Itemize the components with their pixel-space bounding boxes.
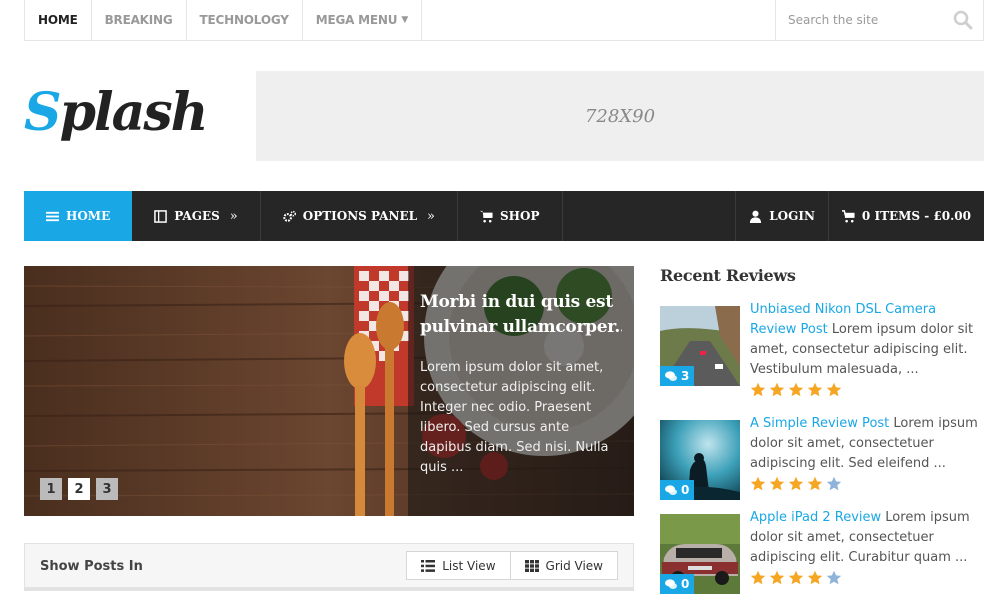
submenu-indicator: »: [427, 208, 436, 224]
top-bar: HOME BREAKING TECHNOLOGY MEGA MENU ▼: [24, 0, 984, 41]
comments-icon: [665, 484, 677, 495]
top-nav: HOME BREAKING TECHNOLOGY MEGA MENU ▼: [25, 0, 423, 40]
review-thumbnail[interactable]: 0: [660, 420, 740, 500]
star-filled-icon: [769, 570, 785, 585]
comments-icon: [665, 578, 677, 589]
nav-item-shop[interactable]: SHOP: [458, 191, 563, 241]
site-logo[interactable]: Splash: [24, 80, 209, 146]
slider-page-2[interactable]: 2: [68, 478, 90, 500]
star-filled-icon: [807, 476, 823, 491]
posts-view-bar: Show Posts In List View Grid View: [24, 543, 634, 591]
rating-stars: [750, 476, 842, 492]
comment-count-badge[interactable]: 3: [660, 366, 695, 386]
review-item: 0 A Simple Review Post Lorem ipsum dolor…: [660, 416, 984, 502]
main-nav: HOME PAGES » OPTIONS PANEL » SHOP LOGIN …: [24, 191, 984, 241]
comment-count-badge[interactable]: 0: [660, 480, 695, 500]
rating-stars: [750, 570, 842, 586]
list-icon: [421, 559, 436, 572]
recent-reviews-heading: Recent Reviews: [660, 266, 796, 285]
cart-icon: [841, 209, 855, 222]
list-view-label: List View: [442, 558, 496, 573]
slide-caption[interactable]: Morbi in dui quis est pulvinar ullamcorp…: [408, 266, 634, 516]
slider-page-1[interactable]: 1: [40, 478, 62, 500]
review-item: 0 Apple iPad 2 Review Lorem ipsum dolor …: [660, 510, 984, 596]
search-icon[interactable]: [953, 10, 973, 30]
comments-icon: [665, 370, 677, 381]
nav-item-options-panel[interactable]: OPTIONS PANEL »: [261, 191, 459, 241]
list-view-button[interactable]: List View: [406, 551, 511, 580]
nav-label: 0 ITEMS - £0.00: [861, 209, 971, 223]
nav-label: HOME: [66, 209, 111, 223]
search-box: [775, 0, 983, 40]
review-thumbnail[interactable]: 0: [660, 514, 740, 594]
topnav-item-mega-menu[interactable]: MEGA MENU ▼: [303, 0, 423, 40]
comment-count-badge[interactable]: 0: [660, 574, 695, 594]
review-title-link[interactable]: A Simple Review Post: [750, 416, 889, 431]
featured-slider[interactable]: Morbi in dui quis est pulvinar ullamcorp…: [24, 266, 634, 516]
review-text: Apple iPad 2 Review Lorem ipsum dolor si…: [750, 508, 984, 568]
nav-label: OPTIONS PANEL: [302, 209, 418, 223]
nav-label: LOGIN: [769, 209, 815, 223]
review-item: 3 Unbiased Nikon DSL Camera Review Post …: [660, 302, 984, 397]
review-title-link[interactable]: Apple iPad 2 Review: [750, 510, 881, 525]
topnav-label: TECHNOLOGY: [199, 13, 289, 27]
ad-banner[interactable]: 728X90: [256, 71, 984, 161]
star-filled-icon: [826, 382, 842, 397]
document-icon: [154, 209, 168, 223]
star-filled-icon: [788, 476, 804, 491]
submenu-indicator: »: [229, 208, 238, 224]
star-empty-icon: [826, 570, 842, 585]
review-text: A Simple Review Post Lorem ipsum dolor s…: [750, 414, 984, 474]
star-filled-icon: [750, 382, 766, 397]
star-filled-icon: [788, 382, 804, 397]
topnav-label: MEGA MENU: [315, 13, 398, 27]
home-icon: [46, 211, 59, 221]
slider-page-3[interactable]: 3: [96, 478, 118, 500]
topnav-label: BREAKING: [104, 13, 173, 27]
logo-initial: S: [24, 82, 62, 143]
star-filled-icon: [807, 382, 823, 397]
slide-title-line: Morbi in dui quis est: [420, 292, 613, 312]
comment-count: 0: [681, 577, 690, 591]
user-icon: [750, 210, 762, 223]
star-filled-icon: [807, 570, 823, 585]
nav-label: SHOP: [500, 209, 540, 223]
star-empty-icon: [826, 476, 842, 491]
rating-stars: [750, 382, 842, 398]
slide-excerpt: Lorem ipsum dolor sit amet, consectetur …: [420, 360, 609, 475]
nav-label: PAGES: [174, 209, 220, 223]
review-text: Unbiased Nikon DSL Camera Review Post Lo…: [750, 300, 984, 380]
grid-view-button[interactable]: Grid View: [510, 551, 618, 580]
nav-item-home[interactable]: HOME: [24, 191, 133, 241]
nav-item-cart[interactable]: 0 ITEMS - £0.00: [827, 191, 984, 241]
comment-count: 0: [681, 483, 690, 497]
review-thumbnail[interactable]: 3: [660, 306, 740, 386]
topnav-item-technology[interactable]: TECHNOLOGY: [187, 0, 303, 40]
nav-item-login[interactable]: LOGIN: [735, 191, 828, 241]
star-filled-icon: [769, 476, 785, 491]
comment-count: 3: [681, 369, 690, 383]
cart-icon: [480, 210, 493, 222]
star-filled-icon: [788, 570, 804, 585]
posts-view-label: Show Posts In: [40, 559, 143, 574]
gears-icon: [283, 210, 296, 222]
search-input[interactable]: [786, 12, 946, 28]
topnav-item-home[interactable]: HOME: [25, 0, 92, 40]
star-filled-icon: [750, 476, 766, 491]
topnav-label: HOME: [38, 13, 78, 27]
topnav-item-breaking[interactable]: BREAKING: [92, 0, 187, 40]
caret-down-icon: ▼: [401, 15, 409, 25]
grid-view-label: Grid View: [545, 558, 603, 573]
slide-title[interactable]: Morbi in dui quis est pulvinar ullamcorp…: [420, 290, 622, 340]
star-filled-icon: [750, 570, 766, 585]
logo-text: plash: [59, 82, 209, 143]
slide-title-line: pulvinar ullamcorper...: [420, 317, 622, 337]
grid-icon: [524, 559, 539, 572]
nav-item-pages[interactable]: PAGES »: [132, 191, 261, 241]
banner-text: 728X90: [584, 105, 656, 127]
slider-pager: 1 2 3: [40, 478, 118, 500]
star-filled-icon: [769, 382, 785, 397]
